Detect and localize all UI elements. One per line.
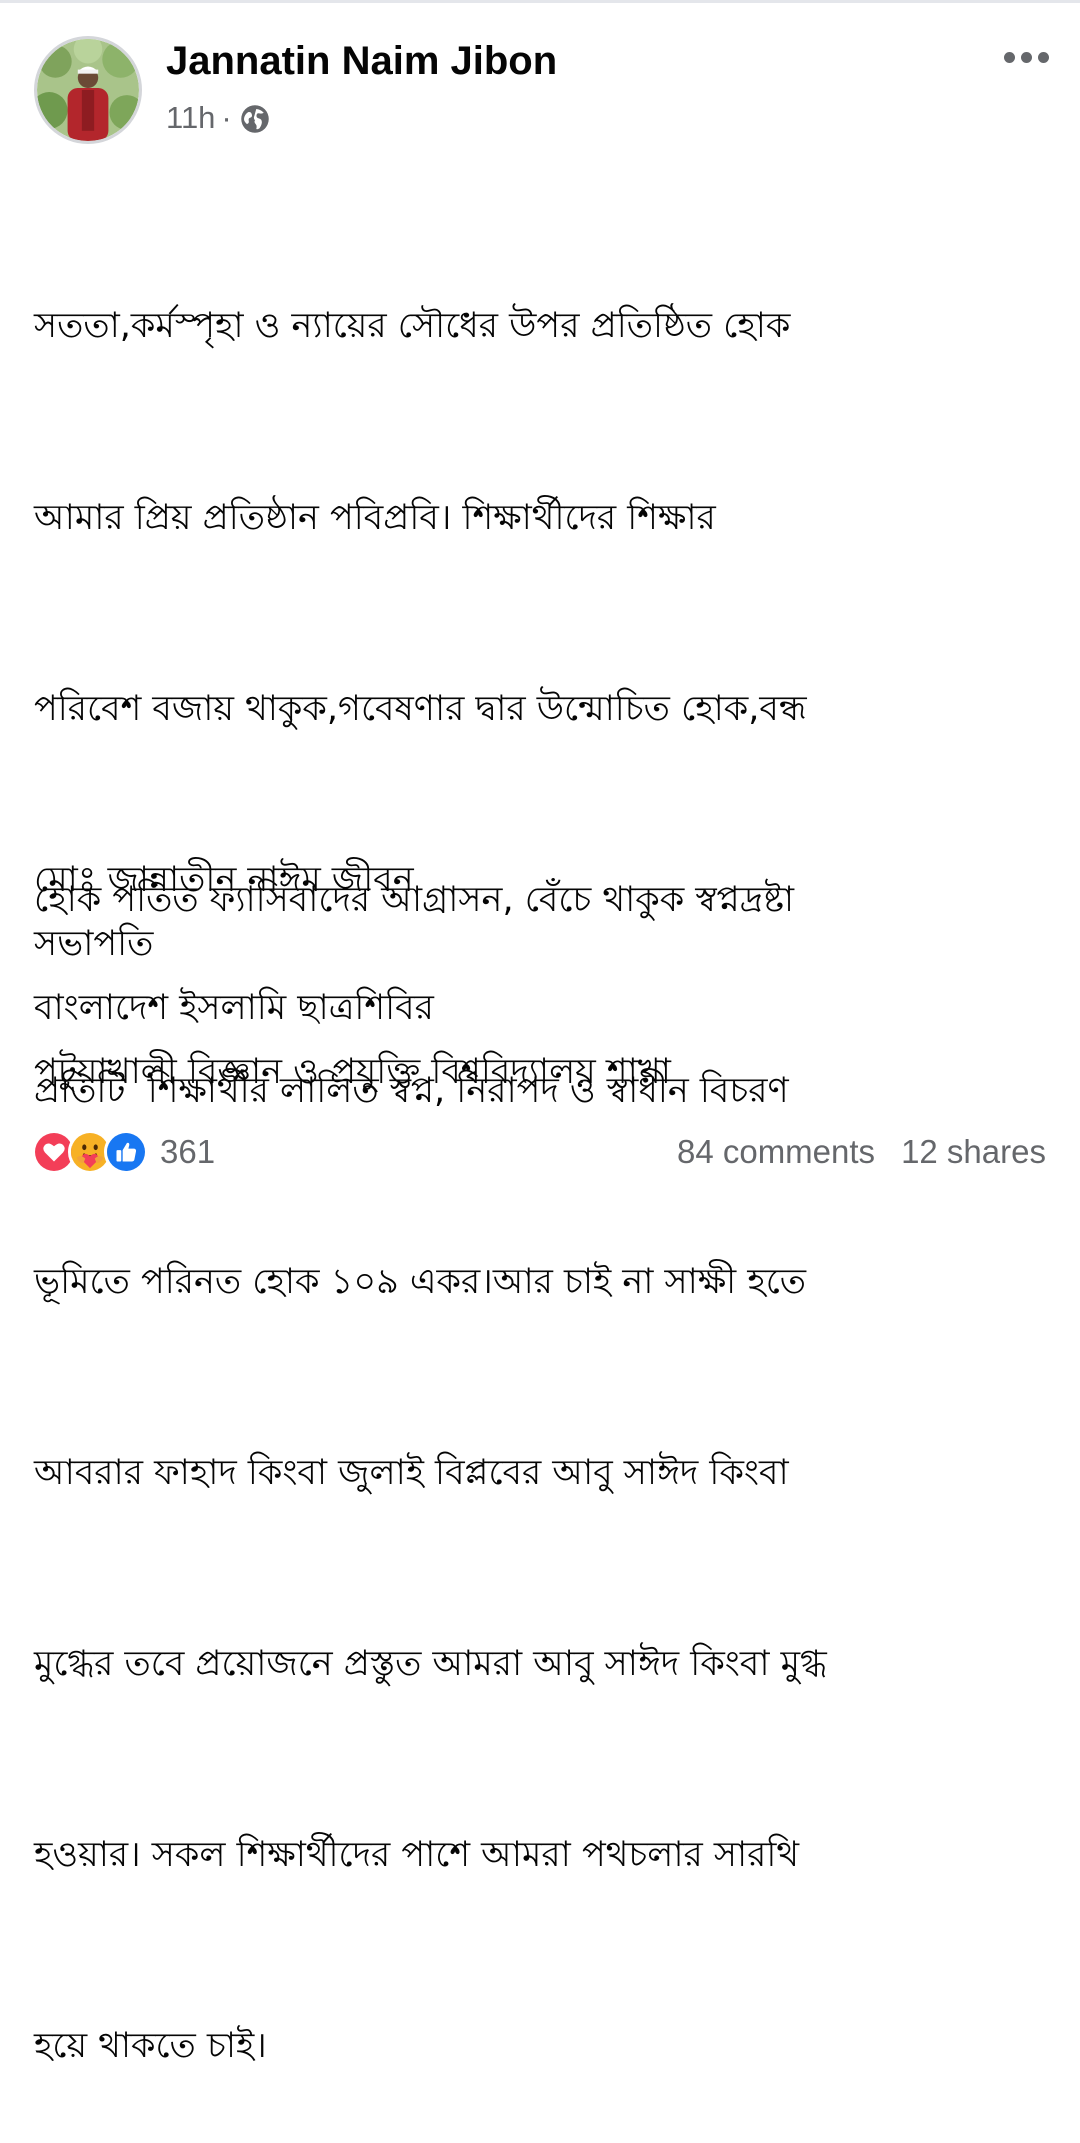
globe-icon[interactable] <box>240 104 270 134</box>
avatar-photo <box>37 39 139 141</box>
top-divider <box>0 0 1080 3</box>
post-text-line: সততা,কর্মস্পৃহা ও ন্যায়ের সৌধের উপর প্র… <box>34 306 791 347</box>
like-icon <box>104 1130 148 1174</box>
engagement-summary: 84 comments 12 shares <box>677 1130 1046 1174</box>
reactions-summary[interactable]: 361 <box>32 1128 215 1176</box>
post-meta: 11h · <box>166 96 270 140</box>
post-text-line: হওয়ার। সকল শিক্ষার্থীদের পাশে আমরা পথচল… <box>34 1835 800 1876</box>
post-text-line: ভূমিতে পরিনত হোক ১০৯ একর।আর চাই না সাক্ষ… <box>34 1261 807 1302</box>
post-text-line: হয়ে থাকতে চাই। <box>34 2026 267 2067</box>
post-text-line: আবরার ফাহাদ কিংবা জুলাই বিপ্লবের আবু সাঈ… <box>34 1453 789 1494</box>
signature-name: মোঃ জান্নাতীন নাঈম জীবন <box>34 860 414 900</box>
signature-title: সভাপতি <box>34 924 154 964</box>
shares-count-link[interactable]: 12 shares <box>901 1133 1046 1171</box>
more-horizontal-icon <box>1003 51 1015 63</box>
post-text-line: আমার প্রিয় প্রতিষ্ঠান পবিপ্রবি। শিক্ষার… <box>34 497 716 538</box>
meta-separator: · <box>221 100 232 135</box>
signature-organization: বাংলাদেশ ইসলামি ছাত্রশিবির <box>34 988 434 1028</box>
post-timestamp[interactable]: 11h <box>166 100 215 136</box>
signature-branch: পটুয়াখালী বিজ্ঞান ও প্রযুক্তি বিশ্ববিদ্… <box>34 1052 671 1092</box>
more-horizontal-icon <box>1037 51 1049 63</box>
post-signature: মোঃ জান্নাতীন নাঈম জীবন সভাপতি বাংলাদেশ … <box>34 848 1044 1104</box>
more-horizontal-icon <box>1020 51 1032 63</box>
reaction-count: 361 <box>160 1133 216 1170</box>
more-options-button[interactable] <box>996 40 1056 74</box>
post-text-line: মুগ্ধের তবে প্রয়োজনে প্রস্তুত আমরা আবু … <box>34 1644 827 1685</box>
author-avatar[interactable] <box>34 36 142 144</box>
post-text-line: পরিবেশ বজায় থাকুক,গবেষণার দ্বার উন্মোচি… <box>34 688 807 729</box>
author-name[interactable]: Jannatin Naim Jibon <box>166 38 557 84</box>
comments-count-link[interactable]: 84 comments <box>677 1133 875 1171</box>
